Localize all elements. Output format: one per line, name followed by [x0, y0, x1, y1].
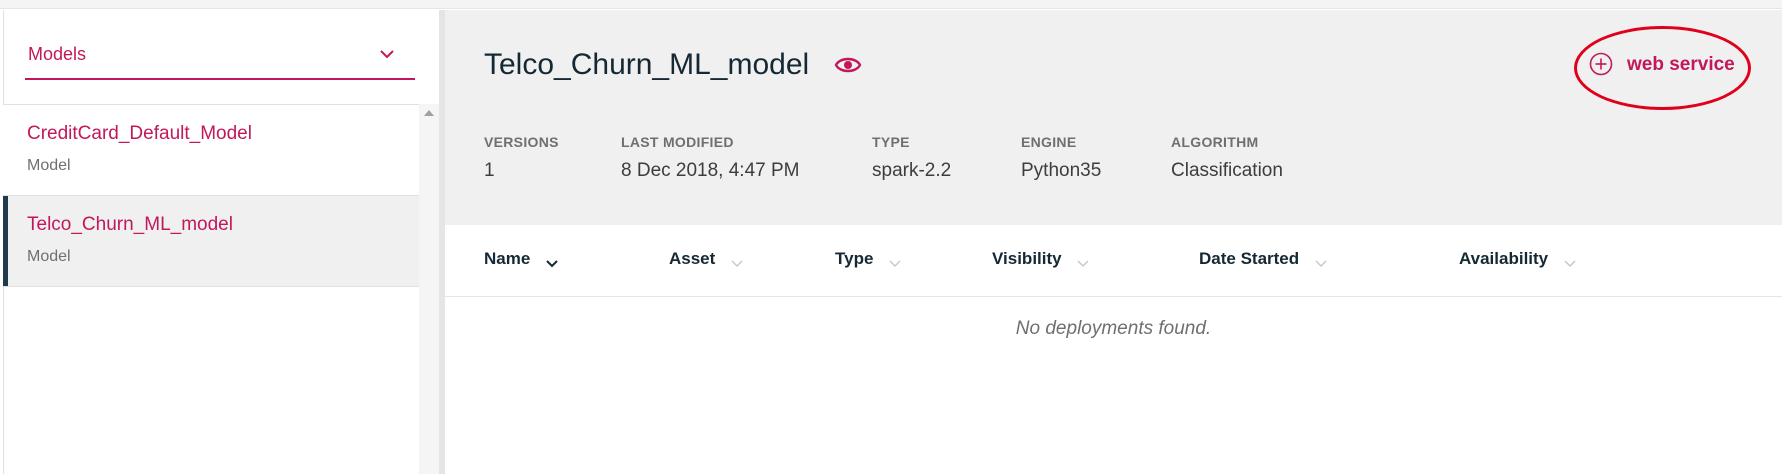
sort-chevron-icon [546, 260, 558, 268]
app-window: Models CreditCard_Default_Model Model Te… [0, 0, 1782, 474]
meta-label: VERSIONS [484, 134, 559, 150]
add-circle-icon [1589, 52, 1613, 76]
models-dropdown[interactable]: Models [25, 38, 415, 80]
sidebar-item-subtitle: Model [27, 157, 71, 174]
sidebar-item-title: CreditCard_Default_Model [27, 123, 252, 144]
column-label: Asset [669, 249, 716, 268]
meta-value: spark-2.2 [872, 160, 952, 181]
selected-indicator [3, 196, 8, 286]
sidebar-item-subtitle: Model [27, 248, 71, 265]
sidebar-item-telco-model[interactable]: Telco_Churn_ML_model Model [3, 196, 419, 287]
column-label: Availability [1459, 249, 1549, 268]
column-label: Visibility [992, 249, 1062, 268]
meta-label: ALGORITHM [1171, 134, 1259, 150]
meta-value: 1 [484, 160, 495, 181]
meta-last-modified: LAST MODIFIED 8 Dec 2018, 4:47 PM [621, 134, 800, 182]
scroll-up-arrow-icon[interactable] [424, 110, 434, 116]
column-label: Type [835, 249, 874, 268]
column-label: Date Started [1199, 249, 1300, 268]
model-header-panel [445, 10, 1782, 225]
top-edge [0, 0, 1782, 9]
web-service-label: web service [1627, 54, 1735, 75]
column-label: Name [484, 249, 531, 268]
meta-type: TYPE spark-2.2 [872, 134, 951, 182]
meta-algorithm: ALGORITHM Classification [1171, 134, 1283, 182]
meta-value: Classification [1171, 160, 1283, 181]
sidebar-item-creditcard-model[interactable]: CreditCard_Default_Model Model [3, 105, 419, 196]
column-header-asset[interactable]: Asset [669, 249, 744, 270]
empty-state-message: No deployments found. [1015, 318, 1212, 339]
meta-label: LAST MODIFIED [621, 134, 734, 150]
sidebar-scrollbar[interactable] [419, 104, 439, 474]
meta-value: Python35 [1021, 160, 1102, 181]
meta-engine: ENGINE Python35 [1021, 134, 1101, 182]
sidebar-item-title: Telco_Churn_ML_model [27, 214, 233, 235]
meta-label: TYPE [872, 134, 910, 150]
add-web-service-button[interactable]: web service [1585, 48, 1745, 82]
sort-chevron-icon [1564, 260, 1576, 268]
column-header-name[interactable]: Name [484, 249, 559, 270]
sort-chevron-icon [1077, 260, 1089, 268]
column-header-visibility[interactable]: Visibility [992, 249, 1090, 270]
sort-chevron-icon [1315, 260, 1327, 268]
deployments-table-header: Name Asset Type Visibility Date Started … [445, 225, 1782, 297]
meta-value: 8 Dec 2018, 4:47 PM [621, 160, 800, 181]
column-header-type[interactable]: Type [835, 249, 902, 270]
models-dropdown-label: Models [28, 44, 87, 64]
sort-chevron-icon [731, 260, 743, 268]
sort-chevron-icon [889, 260, 901, 268]
meta-versions: VERSIONS 1 [484, 134, 559, 182]
meta-label: ENGINE [1021, 134, 1077, 150]
column-header-availability[interactable]: Availability [1459, 249, 1577, 270]
eye-icon[interactable] [834, 54, 862, 76]
page-title: Telco_Churn_ML_model [484, 48, 810, 81]
chevron-down-icon [380, 50, 394, 59]
column-header-date-started[interactable]: Date Started [1199, 249, 1328, 270]
